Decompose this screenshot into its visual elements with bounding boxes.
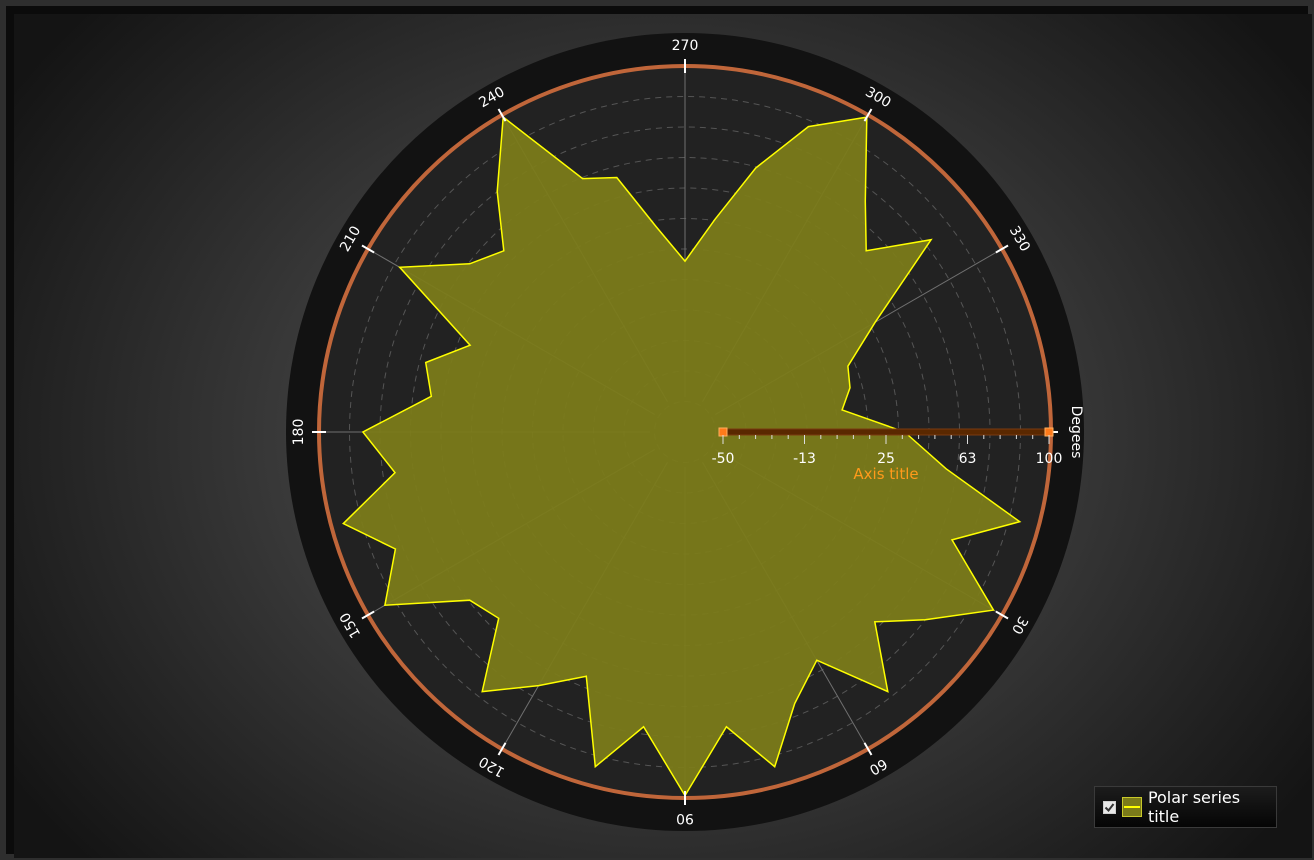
amplitude-tick-label: -13 [793,451,816,467]
amplitude-tick-label: 100 [1036,451,1063,467]
polar-chart: 306090120150180210240270300330 Degees -5… [286,33,1084,831]
angle-axis-title: Degees [1068,406,1084,459]
angle-tick-label: 90 [676,810,694,826]
legend-label: Polar series title [1147,788,1241,826]
angle-tick-label: 270 [672,38,699,54]
legend-checkbox[interactable] [1103,800,1116,814]
angle-tick-label: 180 [291,419,307,446]
amplitude-axis-handle-max[interactable] [1044,427,1054,437]
amplitude-tick-label: -50 [712,451,735,467]
amplitude-axis-line[interactable] [722,428,1050,436]
legend-series-swatch [1122,797,1142,817]
check-icon [1104,802,1115,812]
amplitude-tick-label: 63 [959,451,977,467]
amplitude-axis-handle-min[interactable] [718,427,728,437]
amplitude-axis-title: Axis title [853,465,918,483]
legend: Polar series title [1094,786,1277,828]
